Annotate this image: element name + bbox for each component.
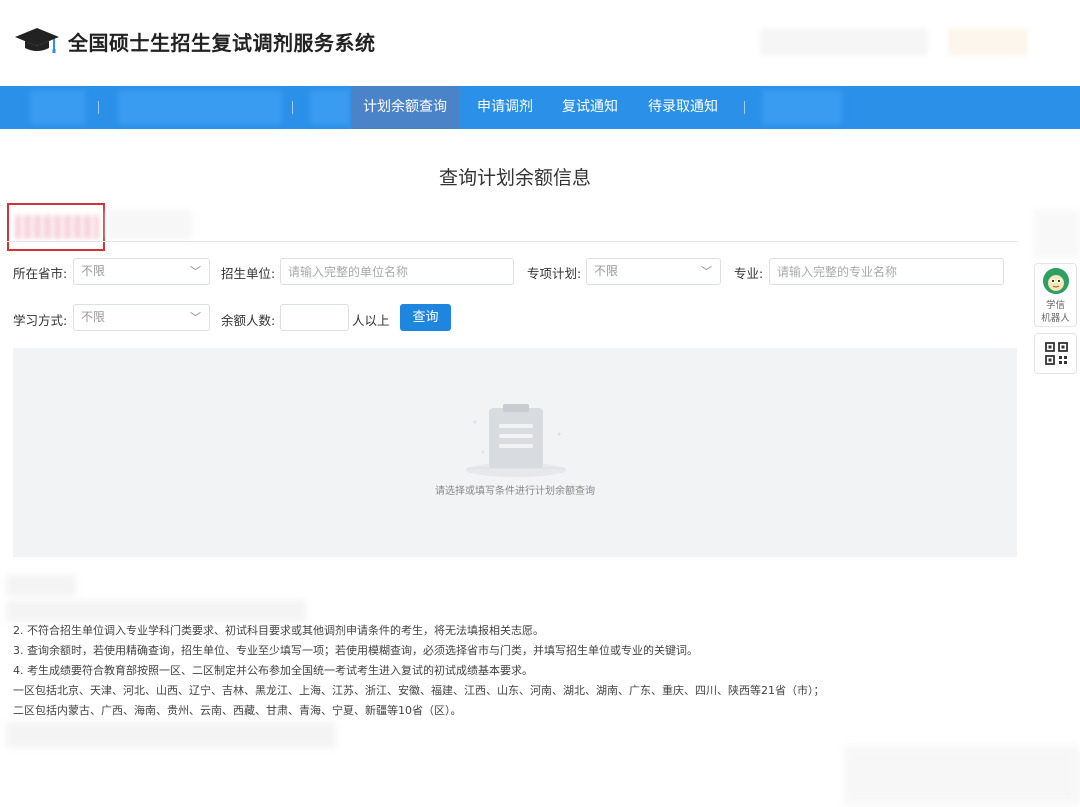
chevron-down-icon: ﹀ <box>190 265 201 278</box>
nav-item-retest-notice[interactable]: 复试通知 <box>554 86 626 129</box>
province-label: 所在省市: <box>13 266 68 281</box>
quota-input[interactable] <box>280 304 349 331</box>
study-mode-select[interactable]: 不限 ﹀ <box>73 304 210 331</box>
nav-item-plan-balance-query[interactable]: 计划余额查询 <box>351 86 459 129</box>
province-select-value: 不限 <box>81 264 106 278</box>
nav-separator <box>744 101 745 114</box>
note-line: 2. 不符合招生单位调入专业学科门类要求、初试科目要求或其他调剂申请条件的考生，… <box>13 624 544 637</box>
graduation-cap-icon <box>15 28 59 53</box>
nav-item-apply-adjustment[interactable]: 申请调剂 <box>468 86 542 129</box>
header-action-area <box>948 28 1028 56</box>
nav-separator <box>98 101 99 114</box>
robot-label: 机器人 <box>1041 313 1070 324</box>
note-line: 4. 考生成绩要符合教育部按照一区、二区制定并公布参加全国统一考试考生进入复试的… <box>13 664 533 677</box>
note-blurred <box>6 600 306 622</box>
qr-code-icon <box>1045 342 1068 365</box>
robot-label: 学信 <box>1045 300 1065 311</box>
note-line: 一区包括北京、天津、河北、山西、辽宁、吉林、黑龙江、上海、江苏、浙江、安徽、福建… <box>13 684 825 697</box>
nav-item-blurred[interactable] <box>118 90 282 125</box>
tab-divider <box>7 241 1018 242</box>
unit-label: 招生单位: <box>221 266 276 281</box>
main-nav: 计划余额查询 申请调剂 复试通知 待录取通知 <box>0 86 1080 129</box>
highlighted-tab[interactable] <box>7 203 105 251</box>
quota-suffix: 人以上 <box>352 313 390 328</box>
special-plan-label: 专项计划: <box>527 266 582 281</box>
nav-item-blurred[interactable] <box>30 90 86 125</box>
side-widget-blurred[interactable] <box>1034 210 1080 258</box>
major-input[interactable] <box>769 258 1004 285</box>
unit-input[interactable] <box>280 258 514 285</box>
empty-state-text: 请选择或填写条件进行计划余额查询 <box>435 486 595 497</box>
nav-item-blurred[interactable] <box>310 90 350 125</box>
study-mode-label: 学习方式: <box>13 313 68 328</box>
nav-item-admission-notice[interactable]: 待录取通知 <box>638 86 728 129</box>
site-header: 全国硕士生招生复试调剂服务系统 <box>0 0 1080 86</box>
notes-heading-blurred <box>6 574 76 596</box>
qr-code-button[interactable] <box>1034 333 1077 374</box>
note-blurred <box>6 722 336 748</box>
nav-item-blurred[interactable] <box>762 90 842 125</box>
chevron-down-icon: ﹀ <box>701 265 712 278</box>
tab-blurred[interactable] <box>106 210 192 240</box>
header-user-area <box>760 28 928 56</box>
chevron-down-icon: ﹀ <box>190 311 201 324</box>
nav-separator <box>292 101 293 114</box>
site-title[interactable]: 全国硕士生招生复试调剂服务系统 <box>68 27 376 56</box>
special-plan-select-value: 不限 <box>594 264 619 278</box>
notes-section: 2. 不符合招生单位调入专业学科门类要求、初试科目要求或其他调剂申请条件的考生，… <box>13 621 1013 721</box>
major-label: 专业: <box>734 266 764 281</box>
note-line: 3. 查询余额时，若使用精确查询，招生单位、专业至少填写一项；若使用模糊查询，必… <box>13 644 698 657</box>
clipboard-icon <box>466 404 566 477</box>
search-button[interactable]: 查询 <box>400 304 451 331</box>
results-panel: 请选择或填写条件进行计划余额查询 <box>13 348 1017 557</box>
special-plan-select[interactable]: 不限 ﹀ <box>586 258 721 285</box>
footer-blurred <box>845 745 1080 805</box>
page-title: 查询计划余额信息 <box>438 167 591 189</box>
robot-avatar-icon <box>1043 268 1069 294</box>
quota-label: 余额人数: <box>221 313 276 328</box>
robot-assistant-button[interactable]: 学信 机器人 <box>1034 263 1077 327</box>
study-mode-select-value: 不限 <box>81 310 106 324</box>
province-select[interactable]: 不限 ﹀ <box>73 258 210 285</box>
note-line: 二区包括内蒙古、广西、海南、贵州、云南、西藏、甘肃、青海、宁夏、新疆等10省（区… <box>13 704 462 717</box>
